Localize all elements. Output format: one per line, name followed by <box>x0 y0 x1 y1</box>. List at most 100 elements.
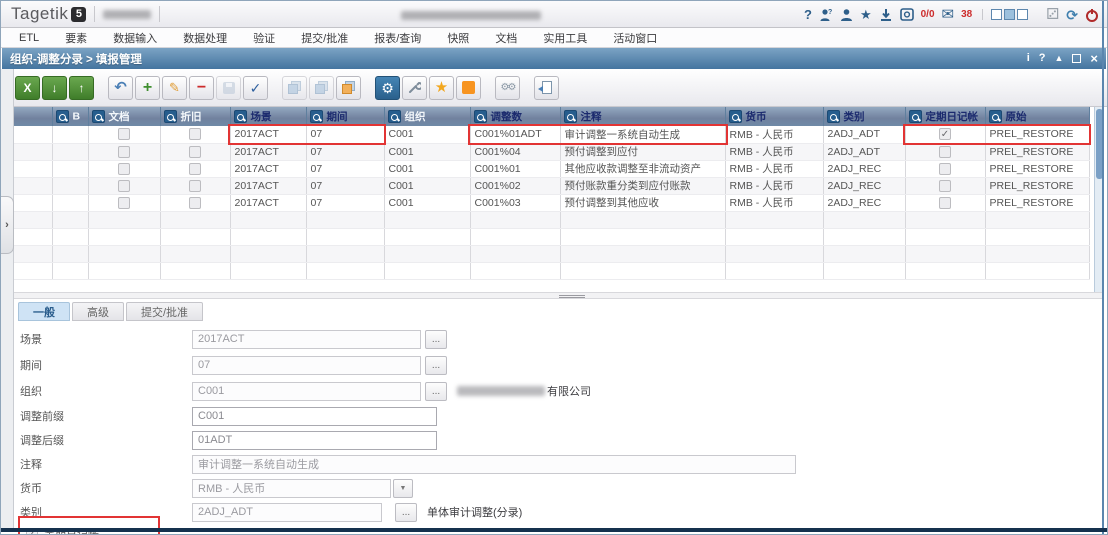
currency-dropdown-button[interactable]: ▼ <box>393 478 413 498</box>
doc-checkbox[interactable] <box>118 128 130 141</box>
filter-icon[interactable] <box>233 110 247 123</box>
col-header-adjustment[interactable]: 调整数 <box>470 107 561 126</box>
depreciation-checkbox[interactable] <box>189 196 201 209</box>
menu-item-documents[interactable]: 文档 <box>495 30 517 46</box>
doc-checkbox[interactable] <box>118 179 130 192</box>
process-button[interactable]: ⚙⚙ <box>495 75 520 100</box>
filter-icon[interactable] <box>91 110 105 123</box>
menu-item-data-entry[interactable]: 数据输入 <box>113 30 157 46</box>
layout-grid-icon[interactable] <box>1017 9 1029 20</box>
filter-icon[interactable] <box>908 110 922 123</box>
col-header-b[interactable]: B <box>52 107 89 126</box>
filter-icon[interactable] <box>728 110 742 123</box>
menu-item-active-windows[interactable]: 活动窗口 <box>613 30 657 46</box>
tab-advanced[interactable]: 高级 <box>72 302 124 321</box>
col-header-period[interactable]: 期间 <box>306 107 385 126</box>
menu-item-validation[interactable]: 验证 <box>253 30 275 46</box>
category-browse-button[interactable]: ... <box>395 502 417 522</box>
menu-item-data-processing[interactable]: 数据处理 <box>183 30 227 46</box>
periodic-checkbox[interactable] <box>939 179 951 192</box>
filter-icon[interactable] <box>387 110 401 123</box>
table-row[interactable]: 2017ACT 07 C001 C001%03 预付调整到其他应收 RMB - 人民币 … <box>14 194 1090 212</box>
expand-left-panel-handle[interactable]: › <box>1 196 14 254</box>
undo-button[interactable]: ↶ <box>108 75 133 100</box>
menu-item-etl[interactable]: ETL <box>19 32 39 44</box>
filter-icon[interactable] <box>563 110 577 123</box>
excel-import-button[interactable]: ↓ <box>42 75 67 100</box>
adj-prefix-field[interactable]: C001 <box>192 406 437 426</box>
refresh-icon[interactable]: ⟳ <box>1066 8 1078 22</box>
dice-icon[interactable]: ⚂ <box>1046 7 1059 22</box>
depreciation-checkbox[interactable] <box>189 162 201 175</box>
org-browse-button[interactable]: ... <box>425 381 447 401</box>
depreciation-checkbox[interactable] <box>189 145 201 158</box>
filter-icon[interactable] <box>163 110 177 123</box>
menu-item-reports-query[interactable]: 报表/查询 <box>374 30 421 46</box>
periodic-checkbox[interactable] <box>939 145 951 158</box>
menu-item-submit-approve[interactable]: 提交/批准 <box>301 30 348 46</box>
snapshot-icon[interactable] <box>899 8 914 21</box>
confirm-button[interactable]: ✓ <box>243 75 268 100</box>
edit-button[interactable]: ✎ <box>162 75 187 100</box>
period-browse-button[interactable]: ... <box>425 355 447 375</box>
table-row[interactable]: 2017ACT 07 C001 C001%02 预付账款重分类到应付账款 RMB - 人… <box>14 177 1090 195</box>
adj-suffix-field[interactable]: 01ADT <box>192 430 437 450</box>
col-header-origin[interactable]: 原始 <box>985 107 1090 126</box>
excel-export-button[interactable]: X <box>15 75 40 100</box>
delete-button[interactable]: − <box>189 75 214 100</box>
close-icon[interactable]: × <box>1090 52 1098 65</box>
table-row[interactable]: 2017ACT 07 C001 C001%01ADT 审计调整一系统自动生成 RMB -… <box>14 126 1090 144</box>
user-icon[interactable] <box>840 8 853 22</box>
col-header-note[interactable]: 注释 <box>560 107 726 126</box>
copy-adjustment-button[interactable] <box>336 75 361 100</box>
legend-button[interactable] <box>456 75 481 100</box>
col-header-doc[interactable]: 文档 <box>88 107 161 126</box>
col-header-depreciation[interactable]: 折旧 <box>160 107 231 126</box>
power-icon[interactable] <box>1085 8 1099 22</box>
col-header-category[interactable]: 类别 <box>823 107 906 126</box>
table-row[interactable]: 2017ACT 07 C001 C001%01 其他应收款调整至非流动资产 RMB - … <box>14 160 1090 178</box>
col-header-scenario[interactable]: 场景 <box>230 107 307 126</box>
maximize-icon[interactable] <box>1072 54 1082 63</box>
col-header-org[interactable]: 组织 <box>384 107 471 126</box>
module-help-icon[interactable]: ? <box>1039 53 1046 64</box>
add-button[interactable]: + <box>135 75 160 100</box>
depreciation-checkbox[interactable] <box>189 128 201 141</box>
favorites-icon[interactable]: ★ <box>860 8 872 21</box>
col-header-periodic[interactable]: 定期日记帐 <box>905 107 986 126</box>
export-document-button[interactable] <box>534 75 559 100</box>
layout-single-icon[interactable] <box>991 9 1003 20</box>
collapse-icon[interactable]: ▲ <box>1054 54 1063 63</box>
filter-icon[interactable] <box>988 110 1002 123</box>
menu-item-utilities[interactable]: 实用工具 <box>543 30 587 46</box>
excel-upload-button[interactable]: ↑ <box>69 75 94 100</box>
scenario-browse-button[interactable]: ... <box>425 329 447 349</box>
favorites-button[interactable]: ★ <box>429 75 454 100</box>
tab-submit-approve[interactable]: 提交/批准 <box>126 302 204 321</box>
doc-checkbox[interactable] <box>118 162 130 175</box>
periodic-checkbox[interactable] <box>939 196 951 209</box>
support-icon[interactable]: ? <box>819 8 833 22</box>
filter-icon[interactable] <box>473 110 487 123</box>
depreciation-checkbox[interactable] <box>189 179 201 192</box>
filter-icon[interactable] <box>55 110 69 123</box>
doc-checkbox[interactable] <box>118 145 130 158</box>
menu-item-elements[interactable]: 要素 <box>65 30 87 46</box>
tab-general[interactable]: 一般 <box>18 302 70 321</box>
download-icon[interactable] <box>879 8 893 22</box>
periodic-checkbox[interactable]: ✓ <box>939 128 951 141</box>
help-icon[interactable]: ? <box>804 8 812 21</box>
doc-checkbox[interactable] <box>118 196 130 209</box>
splitter-handle[interactable] <box>14 292 1103 299</box>
menu-item-snapshot[interactable]: 快照 <box>447 30 469 46</box>
filter-icon[interactable] <box>826 110 840 123</box>
inbox-icon[interactable]: ✉ <box>942 7 955 22</box>
settings-button[interactable]: ⚙ <box>375 75 400 100</box>
table-row[interactable]: 2017ACT 07 C001 C001%04 预付调整到应付 RMB - 人民币 2A… <box>14 143 1090 161</box>
tools-button[interactable] <box>402 75 427 100</box>
layout-split-icon[interactable] <box>1004 9 1016 20</box>
col-header-currency[interactable]: 货币 <box>725 107 824 126</box>
info-icon[interactable]: i <box>1027 53 1030 64</box>
filter-icon[interactable] <box>309 110 323 123</box>
periodic-checkbox[interactable] <box>939 162 951 175</box>
